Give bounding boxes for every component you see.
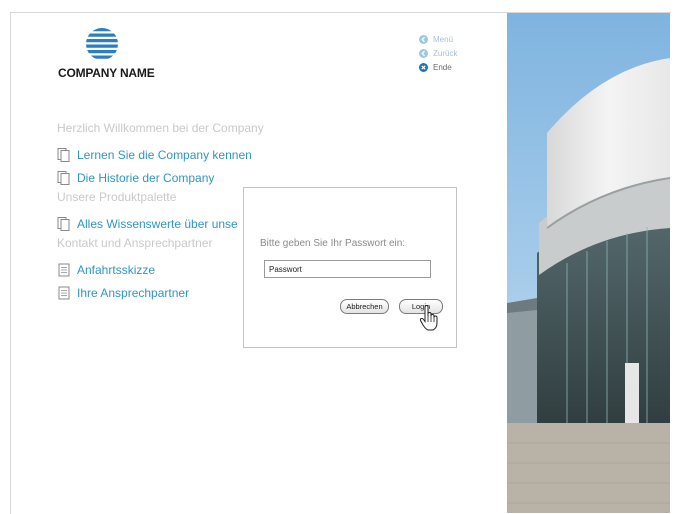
arrow-left-icon xyxy=(419,34,428,44)
menu-heading-contact: Kontakt und Ansprechpartner xyxy=(57,236,213,250)
nav-exit-label: Ende xyxy=(433,62,452,72)
company-name: COMPANY NAME xyxy=(58,66,155,80)
nav-back-label: Zurück xyxy=(433,48,458,58)
nav-back[interactable]: Zurück xyxy=(419,47,457,59)
menu-item-products[interactable]: Alles Wissenswerte über unse xyxy=(57,212,264,235)
menu-item-directions[interactable]: Anfahrtsskizze xyxy=(57,258,264,281)
password-prompt: Bitte geben Sie Ihr Passwort ein: xyxy=(260,238,406,249)
menu-item-label: Die Historie der Company xyxy=(77,170,215,185)
menu-item-label: Alles Wissenswerte über unse xyxy=(77,216,238,231)
documents-icon xyxy=(57,147,70,162)
menu-item-history[interactable]: Die Historie der Company xyxy=(57,166,264,189)
nav-exit[interactable]: Ende xyxy=(419,61,457,73)
main-menu: Herzlich Willkommen bei der Company Lern… xyxy=(57,120,264,304)
menu-item-label: Ihre Ansprechpartner xyxy=(77,285,190,300)
building-photo xyxy=(507,13,670,513)
document-icon xyxy=(58,263,70,276)
arrow-left-icon xyxy=(419,48,428,58)
close-icon xyxy=(419,62,428,72)
menu-item-learn[interactable]: Lernen Sie die Company kennen xyxy=(57,143,264,166)
menu-item-label: Lernen Sie die Company kennen xyxy=(77,147,252,162)
hand-cursor-icon xyxy=(419,305,438,331)
documents-icon xyxy=(57,170,70,185)
menu-item-label: Anfahrtsskizze xyxy=(77,262,156,277)
top-navigation: Menü Zurück Ende xyxy=(419,33,457,75)
menu-item-contacts[interactable]: Ihre Ansprechpartner xyxy=(57,281,264,304)
cancel-button[interactable]: Abbrechen xyxy=(340,299,389,314)
nav-menu[interactable]: Menü xyxy=(419,33,457,45)
menu-heading-welcome: Herzlich Willkommen bei der Company xyxy=(57,121,264,135)
password-input[interactable]: Passwort xyxy=(264,260,431,278)
document-icon xyxy=(58,286,70,299)
documents-icon xyxy=(57,216,70,231)
menu-heading-products: Unsere Produktpalette xyxy=(57,190,177,204)
company-logo-icon xyxy=(86,28,118,59)
nav-menu-label: Menü xyxy=(433,34,454,44)
